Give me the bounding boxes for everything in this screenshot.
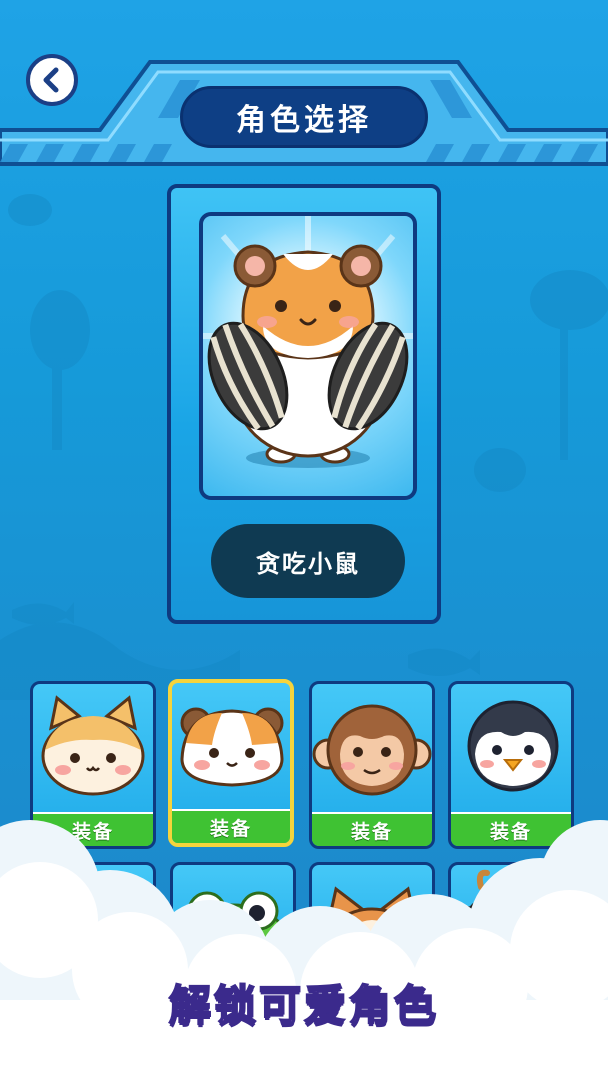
- character-name-badge: 贪吃小鼠: [211, 524, 405, 598]
- page-title: 角色选择: [236, 103, 372, 138]
- title-banner: 角色选择: [180, 86, 428, 148]
- cloud-footer: [0, 820, 608, 1080]
- character-preview-card: 贪吃小鼠: [167, 184, 441, 624]
- penguin-face-icon: [467, 700, 559, 792]
- character-select-screen: 角色选择 贪吃小鼠 装备 装备 装备 装备 解锁可爱角色: [0, 0, 608, 1080]
- monkey-face-icon: [312, 704, 432, 796]
- hamster-with-seeds-illustration: [203, 216, 413, 468]
- cat-face-icon: [41, 695, 145, 796]
- hamster-face-icon: [180, 707, 284, 787]
- character-name: 贪吃小鼠: [256, 549, 360, 578]
- chevron-left-icon: [43, 67, 59, 93]
- back-button[interactable]: [26, 54, 78, 106]
- promo-caption: 解锁可爱角色: [168, 980, 439, 1031]
- character-preview-frame: [199, 212, 417, 500]
